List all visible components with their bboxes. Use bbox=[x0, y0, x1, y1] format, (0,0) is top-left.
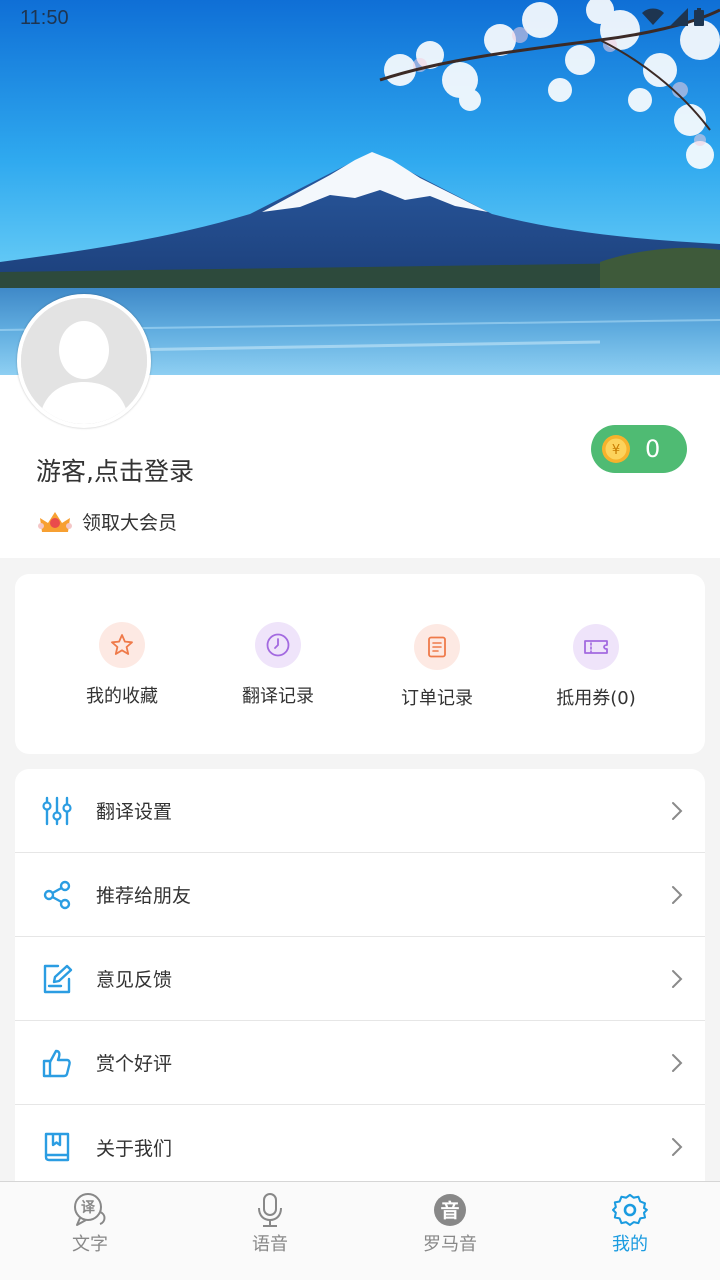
settings-icon bbox=[612, 1193, 648, 1226]
quick-action-coupons[interactable]: 抵用券(0) bbox=[526, 624, 666, 710]
quick-action-orders[interactable]: 订单记录 bbox=[367, 624, 507, 710]
crown-gift-icon bbox=[38, 512, 72, 532]
login-prompt[interactable]: 游客,点击登录 bbox=[36, 452, 194, 488]
menu-item-share[interactable]: 推荐给朋友 bbox=[15, 853, 705, 937]
romaji-icon: 音 bbox=[434, 1194, 466, 1226]
vip-link[interactable]: 领取大会员 bbox=[36, 506, 177, 536]
quick-action-label: 订单记录 bbox=[401, 688, 473, 709]
chevron-right-icon bbox=[672, 1138, 683, 1156]
thumbs-up-icon bbox=[42, 1049, 71, 1078]
ticket-icon bbox=[573, 624, 619, 670]
chevron-right-icon bbox=[672, 970, 683, 988]
coin-icon: ¥ bbox=[602, 435, 630, 463]
menu-item-rate-app[interactable]: 赏个好评 bbox=[15, 1021, 705, 1105]
bottom-nav: 译 文字 语音 音 罗马音 我的 bbox=[0, 1181, 720, 1280]
svg-text:译: 译 bbox=[81, 1200, 96, 1216]
clock-icon bbox=[255, 622, 301, 668]
menu-item-feedback[interactable]: 意见反馈 bbox=[15, 937, 705, 1021]
menu-item-translation-settings[interactable]: 翻译设置 bbox=[15, 769, 705, 853]
chevron-right-icon bbox=[672, 802, 683, 820]
tab-label: 语音 bbox=[252, 1234, 288, 1255]
chevron-right-icon bbox=[672, 886, 683, 904]
vip-label: 领取大会员 bbox=[82, 511, 178, 534]
menu-label: 关于我们 bbox=[96, 1137, 173, 1160]
avatar[interactable] bbox=[17, 294, 151, 428]
signal-icon bbox=[670, 8, 688, 26]
status-time: 11:50 bbox=[20, 7, 69, 29]
tab-romaji[interactable]: 音 罗马音 bbox=[360, 1182, 540, 1280]
coin-value: 0 bbox=[645, 435, 661, 463]
tab-label: 文字 bbox=[72, 1234, 108, 1255]
star-icon bbox=[99, 622, 145, 668]
settings-menu: 翻译设置 推荐给朋友 意见反馈 赏个好评 关于我们 bbox=[15, 769, 705, 1189]
quick-action-label: 抵用券(0) bbox=[556, 688, 636, 709]
svg-text:¥: ¥ bbox=[612, 443, 620, 458]
quick-action-history[interactable]: 翻译记录 bbox=[208, 622, 348, 708]
tab-label: 我的 bbox=[612, 1234, 648, 1255]
translate-icon: 译 bbox=[74, 1193, 106, 1226]
user-silhouette-icon bbox=[21, 298, 147, 424]
wifi-icon bbox=[642, 8, 664, 25]
menu-label: 推荐给朋友 bbox=[96, 885, 192, 907]
tab-mine[interactable]: 我的 bbox=[540, 1182, 720, 1280]
quick-action-label: 我的收藏 bbox=[86, 686, 158, 707]
tab-label: 罗马音 bbox=[423, 1234, 477, 1255]
edit-icon bbox=[43, 964, 73, 994]
tab-voice[interactable]: 语音 bbox=[180, 1182, 360, 1280]
tab-text[interactable]: 译 文字 bbox=[0, 1182, 180, 1280]
quick-action-label: 翻译记录 bbox=[242, 686, 314, 707]
battery-icon bbox=[694, 8, 704, 26]
menu-label: 赏个好评 bbox=[96, 1053, 173, 1075]
share-icon bbox=[43, 880, 71, 910]
romaji-glyph: 音 bbox=[440, 1199, 459, 1222]
book-icon bbox=[44, 1132, 70, 1162]
quick-action-favorites[interactable]: 我的收藏 bbox=[52, 622, 192, 708]
chevron-right-icon bbox=[672, 1054, 683, 1072]
status-icons bbox=[642, 8, 704, 26]
document-icon bbox=[414, 624, 460, 670]
quick-actions-card: 我的收藏 翻译记录 订单记录 抵用券(0) bbox=[15, 574, 705, 754]
microphone-icon bbox=[258, 1193, 282, 1227]
menu-item-about[interactable]: 关于我们 bbox=[15, 1105, 705, 1189]
menu-label: 翻译设置 bbox=[96, 801, 173, 823]
sliders-icon bbox=[42, 796, 72, 826]
coin-balance[interactable]: ¥ 0 bbox=[591, 425, 687, 473]
menu-label: 意见反馈 bbox=[96, 969, 173, 991]
